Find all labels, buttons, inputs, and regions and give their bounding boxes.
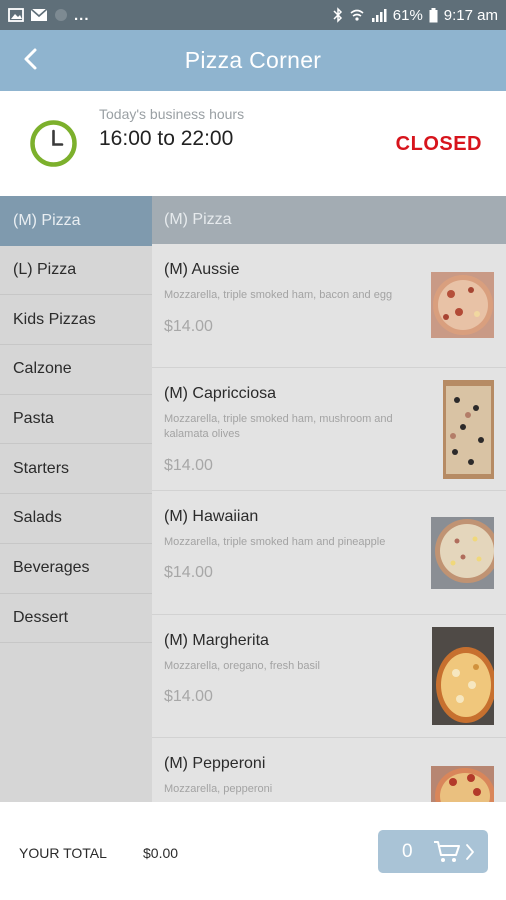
hours-label: Today's business hours: [99, 106, 245, 122]
product-price: $14.00: [164, 564, 213, 581]
product-item-margherita[interactable]: (M) Margherita Mozzarella, oregano, fres…: [152, 614, 506, 738]
product-name: (M) Pepperoni: [164, 755, 266, 772]
app-icon: [54, 8, 68, 22]
status-bar-right: 61% 9:17 am: [333, 7, 498, 24]
product-price: $14.00: [164, 318, 213, 335]
picture-icon: [8, 8, 24, 22]
product-description: Mozzarella, oregano, fresh basil: [164, 659, 320, 672]
category-kids-pizzas[interactable]: Kids Pizzas: [0, 295, 152, 346]
order-footer: YOUR TOTAL $0.00 0: [0, 802, 506, 900]
product-price: $14.00: [164, 687, 213, 705]
total-label: YOUR TOTAL: [19, 845, 107, 861]
status-bar-left: ...: [8, 7, 90, 24]
category-dessert[interactable]: Dessert: [0, 594, 152, 644]
page-title: Pizza Corner: [184, 47, 322, 73]
category-beverages[interactable]: Beverages: [0, 544, 152, 594]
product-list: (M) Pizza (M) Aussie Mozzarella, triple …: [152, 196, 506, 802]
list-header: (M) Pizza: [152, 196, 506, 244]
closed-status: CLOSED: [395, 133, 482, 155]
product-description: Mozzarella, triple smoked ham, bacon and…: [164, 289, 393, 301]
product-name: (M) Hawaiian: [164, 508, 259, 525]
product-item-pepperoni[interactable]: (M) Pepperoni Mozzarella, pepperoni: [152, 738, 506, 802]
business-hours-panel: Today's business hours 16:00 to 22:00 CL…: [0, 91, 506, 196]
category-starters[interactable]: Starters: [0, 444, 152, 495]
product-item-aussie[interactable]: (M) Aussie Mozzarella, triple smoked ham…: [152, 244, 506, 368]
back-button[interactable]: [14, 44, 48, 78]
product-name: (M) Margherita: [164, 631, 269, 649]
category-l-pizza[interactable]: (L) Pizza: [0, 246, 152, 296]
status-dots: ...: [74, 6, 90, 24]
battery-icon: [429, 7, 438, 23]
cart-button[interactable]: 0: [378, 830, 488, 873]
category-calzone[interactable]: Calzone: [0, 345, 152, 395]
bluetooth-icon: [333, 7, 343, 23]
category-m-pizza[interactable]: (M) Pizza: [0, 196, 152, 246]
cart-button-icons: [433, 840, 475, 869]
cart-icon: [433, 840, 461, 869]
product-image: [431, 766, 494, 802]
hours-value: 16:00 to 22:00: [99, 127, 234, 150]
chevron-right-icon: [465, 843, 475, 866]
menu-area: (M) Pizza (L) Pizza Kids Pizzas Calzone …: [0, 196, 506, 802]
category-pasta[interactable]: Pasta: [0, 395, 152, 445]
clock-icon: [29, 119, 78, 173]
total-value: $0.00: [143, 845, 179, 861]
product-description: Mozzarella, triple smoked ham and pineap…: [164, 536, 386, 548]
product-image: [431, 517, 494, 589]
product-image: [443, 379, 494, 479]
product-image: [431, 272, 494, 338]
category-salads[interactable]: Salads: [0, 494, 152, 544]
status-bar: ... 61% 9:17 am: [0, 0, 506, 30]
cart-count: 0: [402, 840, 413, 862]
product-description: Mozzarella, triple smoked ham, mushroom …: [164, 412, 393, 440]
mail-icon: [30, 8, 48, 22]
category-sidebar: (M) Pizza (L) Pizza Kids Pizzas Calzone …: [0, 196, 152, 802]
product-description: Mozzarella, pepperoni: [164, 783, 273, 795]
back-arrow-icon: [22, 47, 40, 76]
battery-percent: 61%: [392, 6, 423, 24]
product-item-capricciosa[interactable]: (M) Capricciosa Mozzarella, triple smoke…: [152, 367, 506, 491]
product-name: (M) Capricciosa: [164, 384, 277, 402]
product-image: [432, 626, 494, 725]
status-time: 9:17 am: [443, 6, 498, 24]
product-name: (M) Aussie: [164, 261, 240, 278]
product-item-hawaiian[interactable]: (M) Hawaiian Mozzarella, triple smoked h…: [152, 491, 506, 615]
product-price: $14.00: [164, 456, 213, 474]
app-header: Pizza Corner: [0, 30, 506, 91]
signal-icon: [371, 8, 387, 23]
wifi-icon: [349, 8, 365, 23]
